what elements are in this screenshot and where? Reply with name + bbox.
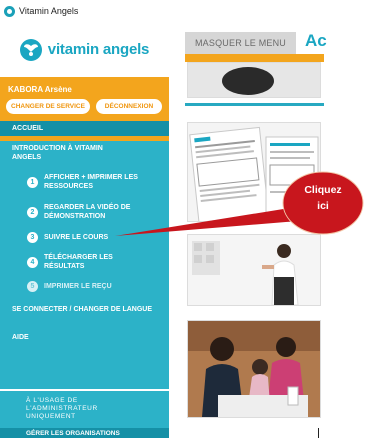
menu-item-help-label: AIDE — [12, 334, 29, 341]
text-cursor — [318, 428, 319, 438]
top-thumbnail[interactable] — [187, 62, 321, 98]
change-service-button[interactable]: CHANGER DE SERVICE — [6, 99, 90, 114]
step-5-number-icon: 5 — [27, 281, 38, 292]
window-titlebar: Vitamin Angels — [0, 0, 380, 22]
manage-organizations-label: GÉRER LES ORGANISATIONS — [26, 430, 120, 437]
admin-section-label: À L'USAGE DE L'ADMINISTRATEUR UNIQUEMENT — [26, 397, 98, 420]
step-1-label: AFFICHER + IMPRIMER LES RESSOURCES — [44, 174, 138, 190]
page-title: Ac — [305, 31, 327, 50]
brand-name: vitamin angels — [47, 41, 150, 58]
step-2-number-icon: 2 — [27, 207, 38, 218]
logout-button[interactable]: DÉCONNEXION — [96, 99, 162, 114]
orange-banner — [185, 54, 324, 62]
admin-divider — [0, 389, 169, 391]
step-2-label: REGARDER LA VIDÉO DE DÉMONSTRATION — [44, 204, 131, 220]
menu-item-intro-label: INTRODUCTION À VITAMIN ANGELS — [12, 145, 103, 161]
window-title: Vitamin Angels — [19, 6, 79, 16]
hide-menu-button[interactable]: MASQUER LE MENU — [185, 32, 296, 54]
callout-text: Cliquez ici — [304, 184, 342, 212]
step-4-number-icon: 4 — [27, 257, 38, 268]
menu-item-home-label: ACCUEIL — [12, 125, 44, 132]
sidebar-gutter — [169, 22, 179, 438]
step-5-label: IMPRIMER LE REÇU — [44, 283, 112, 290]
main-content: MASQUER LE MENU Ac — [179, 22, 380, 438]
menu-item-step-1[interactable]: 1 AFFICHER + IMPRIMER LES RESSOURCES — [0, 172, 169, 194]
angel-logo-icon — [19, 38, 42, 61]
user-name: KABORA Arsène — [8, 85, 72, 94]
menu-item-step-4[interactable]: 4 TÉLÉCHARGER LES RÉSULTATS — [0, 252, 169, 274]
course-photo-thumbnail[interactable] — [187, 320, 321, 418]
menu-item-help[interactable]: AIDE — [0, 331, 169, 345]
menu-item-step-3[interactable]: 3 SUIVRE LE COURS — [0, 231, 169, 245]
menu-item-manage-organizations[interactable]: GÉRER LES ORGANISATIONS — [0, 428, 169, 438]
step-3-label: SUIVRE LE COURS — [44, 234, 109, 241]
menu-item-connect-label: SE CONNECTER / CHANGER DE LANGUE — [12, 306, 153, 313]
step-1-number-icon: 1 — [27, 177, 38, 188]
step-4-label: TÉLÉCHARGER LES RÉSULTATS — [44, 254, 113, 270]
section-divider — [185, 103, 324, 106]
menu-item-intro[interactable]: INTRODUCTION À VITAMIN ANGELS — [0, 142, 169, 164]
brand-logo[interactable]: vitamin angels — [0, 22, 169, 77]
menu-item-step-5[interactable]: 5 IMPRIMER LE REÇU — [0, 280, 169, 294]
sidebar: vitamin angels KABORA Arsène CHANGER DE … — [0, 22, 169, 438]
menu-item-step-2[interactable]: 2 REGARDER LA VIDÉO DE DÉMONSTRATION — [0, 202, 169, 224]
video-thumbnail[interactable] — [187, 234, 321, 306]
menu-item-connect[interactable]: SE CONNECTER / CHANGER DE LANGUE — [0, 303, 169, 325]
app-icon — [4, 5, 15, 17]
step-3-number-icon: 3 — [27, 232, 38, 243]
menu-item-home[interactable]: ACCUEIL — [0, 121, 169, 136]
